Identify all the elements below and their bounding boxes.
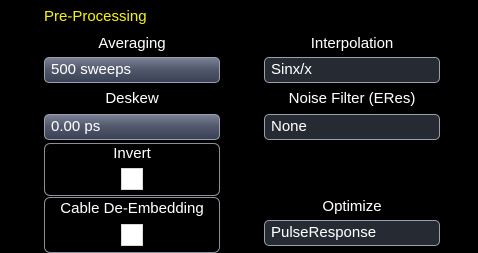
averaging-value: 500 sweeps xyxy=(51,61,132,78)
optimize-value: PulseResponse xyxy=(271,224,377,241)
deskew-button[interactable]: 0.00 ps xyxy=(44,114,220,140)
pre-processing-panel: Pre-Processing Averaging 500 sweeps Desk… xyxy=(0,0,478,253)
noise-filter-value: None xyxy=(271,118,307,135)
interpolation-field[interactable]: Sinx/x xyxy=(264,57,440,83)
cable-de-embedding-label: Cable De-Embedding xyxy=(60,200,204,217)
optimize-label: Optimize xyxy=(322,198,382,215)
invert-checkbox[interactable] xyxy=(121,168,143,190)
averaging-button[interactable]: 500 sweeps xyxy=(44,57,220,83)
invert-label: Invert xyxy=(113,145,151,162)
deskew-label: Deskew xyxy=(105,90,159,107)
averaging-label: Averaging xyxy=(98,35,166,52)
section-title: Pre-Processing xyxy=(44,8,147,25)
noise-filter-label: Noise Filter (ERes) xyxy=(288,90,416,107)
interpolation-value: Sinx/x xyxy=(271,61,312,78)
noise-filter-field[interactable]: None xyxy=(264,114,440,140)
cable-de-embedding-checkbox[interactable] xyxy=(121,224,143,246)
invert-group[interactable]: Invert xyxy=(44,143,220,196)
interpolation-label: Interpolation xyxy=(310,35,394,52)
optimize-field[interactable]: PulseResponse xyxy=(264,220,440,246)
deskew-value: 0.00 ps xyxy=(51,118,101,135)
